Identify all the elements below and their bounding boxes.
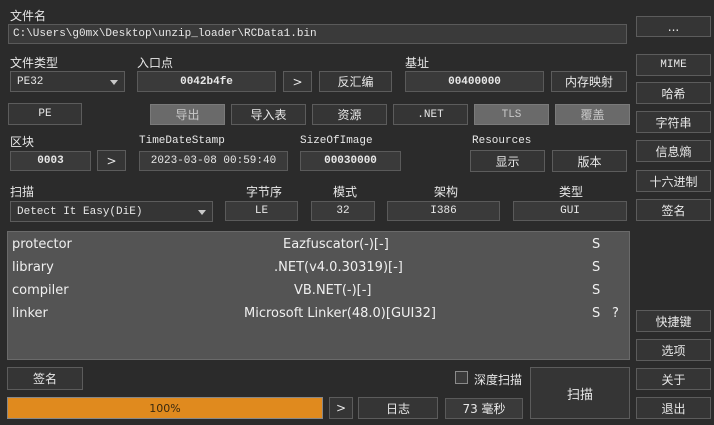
timestamp-label: TimeDateStamp (139, 135, 225, 147)
resources-version-button[interactable]: 版本 (552, 150, 627, 172)
result-kind: protector (12, 237, 72, 252)
result-row[interactable]: linker Microsoft Linker(48.0)[GUI32] S ? (8, 304, 629, 324)
resources-button[interactable]: 资源 (312, 104, 387, 125)
result-name: Eazfuscator(-)[-] (283, 237, 389, 252)
base-address-label: 基址 (405, 56, 430, 70)
result-row[interactable]: library .NET(v4.0.30319)[-] S (8, 258, 629, 278)
file-type-select[interactable]: PE32 (10, 71, 125, 92)
signature-button[interactable]: 签名 (636, 199, 711, 221)
result-kind: linker (12, 306, 48, 321)
file-type-label: 文件类型 (10, 56, 59, 70)
options-button[interactable]: 选项 (636, 339, 711, 361)
result-flag[interactable]: S (592, 306, 600, 321)
result-row[interactable]: protector Eazfuscator(-)[-] S (8, 235, 629, 255)
result-name: VB.NET(-)[-] (294, 283, 372, 298)
entry-point-go-button[interactable]: > (283, 71, 312, 92)
about-button[interactable]: 关于 (636, 368, 711, 390)
tls-button[interactable]: TLS (474, 104, 549, 125)
mode-label: 模式 (333, 185, 358, 199)
resources-label: Resources (472, 135, 532, 147)
scan-time-value: 73 毫秒 (445, 398, 523, 419)
sections-go-button[interactable]: > (97, 150, 126, 171)
scan-engine-select[interactable]: Detect It Easy(DiE) (10, 201, 213, 222)
file-type-value: PE32 (17, 75, 44, 88)
disassemble-button[interactable]: 反汇编 (319, 71, 392, 92)
file-path-input[interactable]: C:\Users\g0mx\Desktop\unzip_loader\RCDat… (8, 24, 627, 44)
detection-results-list[interactable]: protector Eazfuscator(-)[-] S library .N… (7, 231, 630, 360)
result-extra[interactable]: ? (612, 306, 619, 321)
export-button[interactable]: 导出 (150, 104, 225, 125)
mime-button[interactable]: MIME (636, 54, 711, 76)
result-name: .NET(v4.0.30319)[-] (274, 260, 403, 275)
hash-button[interactable]: 哈希 (636, 82, 711, 104)
endianness-value[interactable]: LE (225, 201, 298, 221)
endianness-label: 字节序 (246, 185, 283, 199)
resources-show-button[interactable]: 显示 (470, 150, 545, 172)
size-of-image-label: SizeOfImage (300, 135, 373, 147)
import-table-button[interactable]: 导入表 (231, 104, 306, 125)
timestamp-value[interactable]: 2023-03-08 00:59:40 (139, 151, 288, 171)
result-kind: library (12, 260, 54, 275)
result-kind: compiler (12, 283, 69, 298)
sections-value[interactable]: 0003 (10, 151, 91, 171)
entry-point-value[interactable]: 0042b4fe (137, 71, 276, 92)
memory-map-button[interactable]: 内存映射 (551, 71, 627, 92)
chevron-down-icon (198, 209, 206, 215)
bottom-signature-button[interactable]: 签名 (7, 367, 83, 390)
mode-value[interactable]: 32 (311, 201, 375, 221)
deep-scan-checkbox[interactable] (455, 371, 468, 384)
deep-scan-label: 深度扫描 (474, 373, 523, 387)
pe-button[interactable]: PE (8, 103, 82, 125)
result-name: Microsoft Linker(48.0)[GUI32] (244, 306, 436, 321)
entropy-button[interactable]: 信息熵 (636, 140, 711, 162)
shortcuts-button[interactable]: 快捷键 (636, 310, 711, 332)
result-flag[interactable]: S (592, 237, 600, 252)
base-address-value[interactable]: 00400000 (405, 71, 544, 92)
type-label: 类型 (559, 185, 584, 199)
browse-button[interactable]: ... (636, 16, 711, 37)
strings-button[interactable]: 字符串 (636, 111, 711, 133)
architecture-value[interactable]: I386 (387, 201, 500, 221)
scan-label: 扫描 (10, 185, 35, 199)
dotnet-button[interactable]: .NET (393, 104, 468, 125)
size-of-image-value[interactable]: 00030000 (300, 151, 401, 171)
type-value[interactable]: GUI (513, 201, 627, 221)
hex-button[interactable]: 十六进制 (636, 170, 711, 192)
progress-text: 100% (149, 401, 181, 415)
entry-point-label: 入口点 (137, 56, 174, 70)
result-row[interactable]: compiler VB.NET(-)[-] S (8, 281, 629, 301)
scan-progress-bar: 100% (7, 397, 323, 419)
sections-label: 区块 (10, 135, 35, 149)
log-go-button[interactable]: > (329, 397, 353, 419)
overlay-button[interactable]: 覆盖 (555, 104, 630, 125)
chevron-down-icon (110, 79, 118, 85)
scan-engine-value: Detect It Easy(DiE) (17, 205, 143, 218)
log-button[interactable]: 日志 (358, 397, 438, 419)
result-flag[interactable]: S (592, 283, 600, 298)
file-name-label: 文件名 (10, 9, 47, 23)
result-flag[interactable]: S (592, 260, 600, 275)
scan-button[interactable]: 扫描 (530, 367, 630, 419)
architecture-label: 架构 (434, 185, 459, 199)
exit-button[interactable]: 退出 (636, 397, 711, 419)
